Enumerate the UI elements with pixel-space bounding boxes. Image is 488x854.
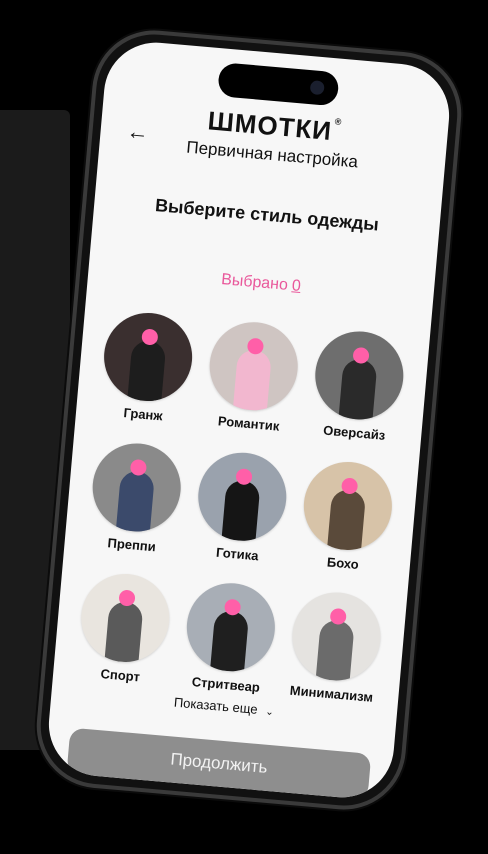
style-option-romantic[interactable]: Романтик — [195, 318, 310, 436]
style-option-gothic[interactable]: Готика — [184, 448, 299, 566]
phone-screen: ← ШМОТКИ® Первичная настройка Выберите с… — [44, 38, 454, 802]
style-option-minimalism[interactable]: Минимализм — [278, 588, 393, 706]
style-label: Минимализм — [289, 682, 374, 705]
selected-count: 0 — [291, 277, 302, 295]
style-option-preppy[interactable]: Преппи — [78, 439, 193, 557]
style-option-oversize[interactable]: Оверсайз — [301, 327, 416, 445]
style-label: Романтик — [217, 413, 280, 434]
style-label: Спорт — [100, 666, 141, 685]
selected-counter: Выбрано 0 — [88, 259, 434, 307]
screen-content: ← ШМОТКИ® Первичная настройка Выберите с… — [45, 38, 454, 801]
style-photo — [206, 318, 302, 414]
person-figure — [327, 488, 367, 552]
style-photo — [300, 458, 396, 554]
page-heading: Выберите стиль одежды — [154, 195, 380, 235]
style-label: Стритвеар — [191, 674, 261, 695]
person-figure — [104, 600, 144, 664]
show-more-label: Показать еще — [173, 694, 259, 717]
style-option-sport[interactable]: Спорт — [67, 570, 182, 688]
style-photo — [77, 570, 173, 666]
style-option-grunge[interactable]: Гранж — [90, 309, 205, 427]
person-figure — [338, 358, 378, 421]
style-photo — [311, 327, 407, 424]
style-photo — [89, 439, 185, 536]
phone-mockup: ← ШМОТКИ® Первичная настройка Выберите с… — [31, 25, 467, 815]
chevron-down-icon: ⌄ — [264, 706, 275, 719]
style-label: Готика — [215, 544, 260, 564]
style-photo — [183, 579, 279, 675]
style-grid: Гранж Романтик Оверсайз Преппи Готика Бо… — [67, 309, 416, 706]
style-option-boho[interactable]: Бохо — [289, 457, 404, 575]
person-figure — [127, 339, 167, 403]
style-label: Преппи — [107, 535, 157, 555]
registered-mark: ® — [334, 116, 343, 127]
style-label: Гранж — [122, 405, 164, 424]
style-label: Оверсайз — [322, 422, 386, 443]
style-label: Бохо — [326, 554, 360, 573]
style-option-streetwear[interactable]: Стритвеар — [172, 579, 287, 697]
style-photo — [288, 588, 385, 685]
person-figure — [232, 348, 273, 412]
style-photo — [100, 309, 196, 405]
person-figure — [115, 470, 156, 533]
person-figure — [221, 479, 261, 543]
style-photo — [194, 449, 290, 545]
selected-label: Выбрано — [220, 271, 289, 294]
person-figure — [210, 609, 250, 673]
person-figure — [315, 619, 355, 682]
